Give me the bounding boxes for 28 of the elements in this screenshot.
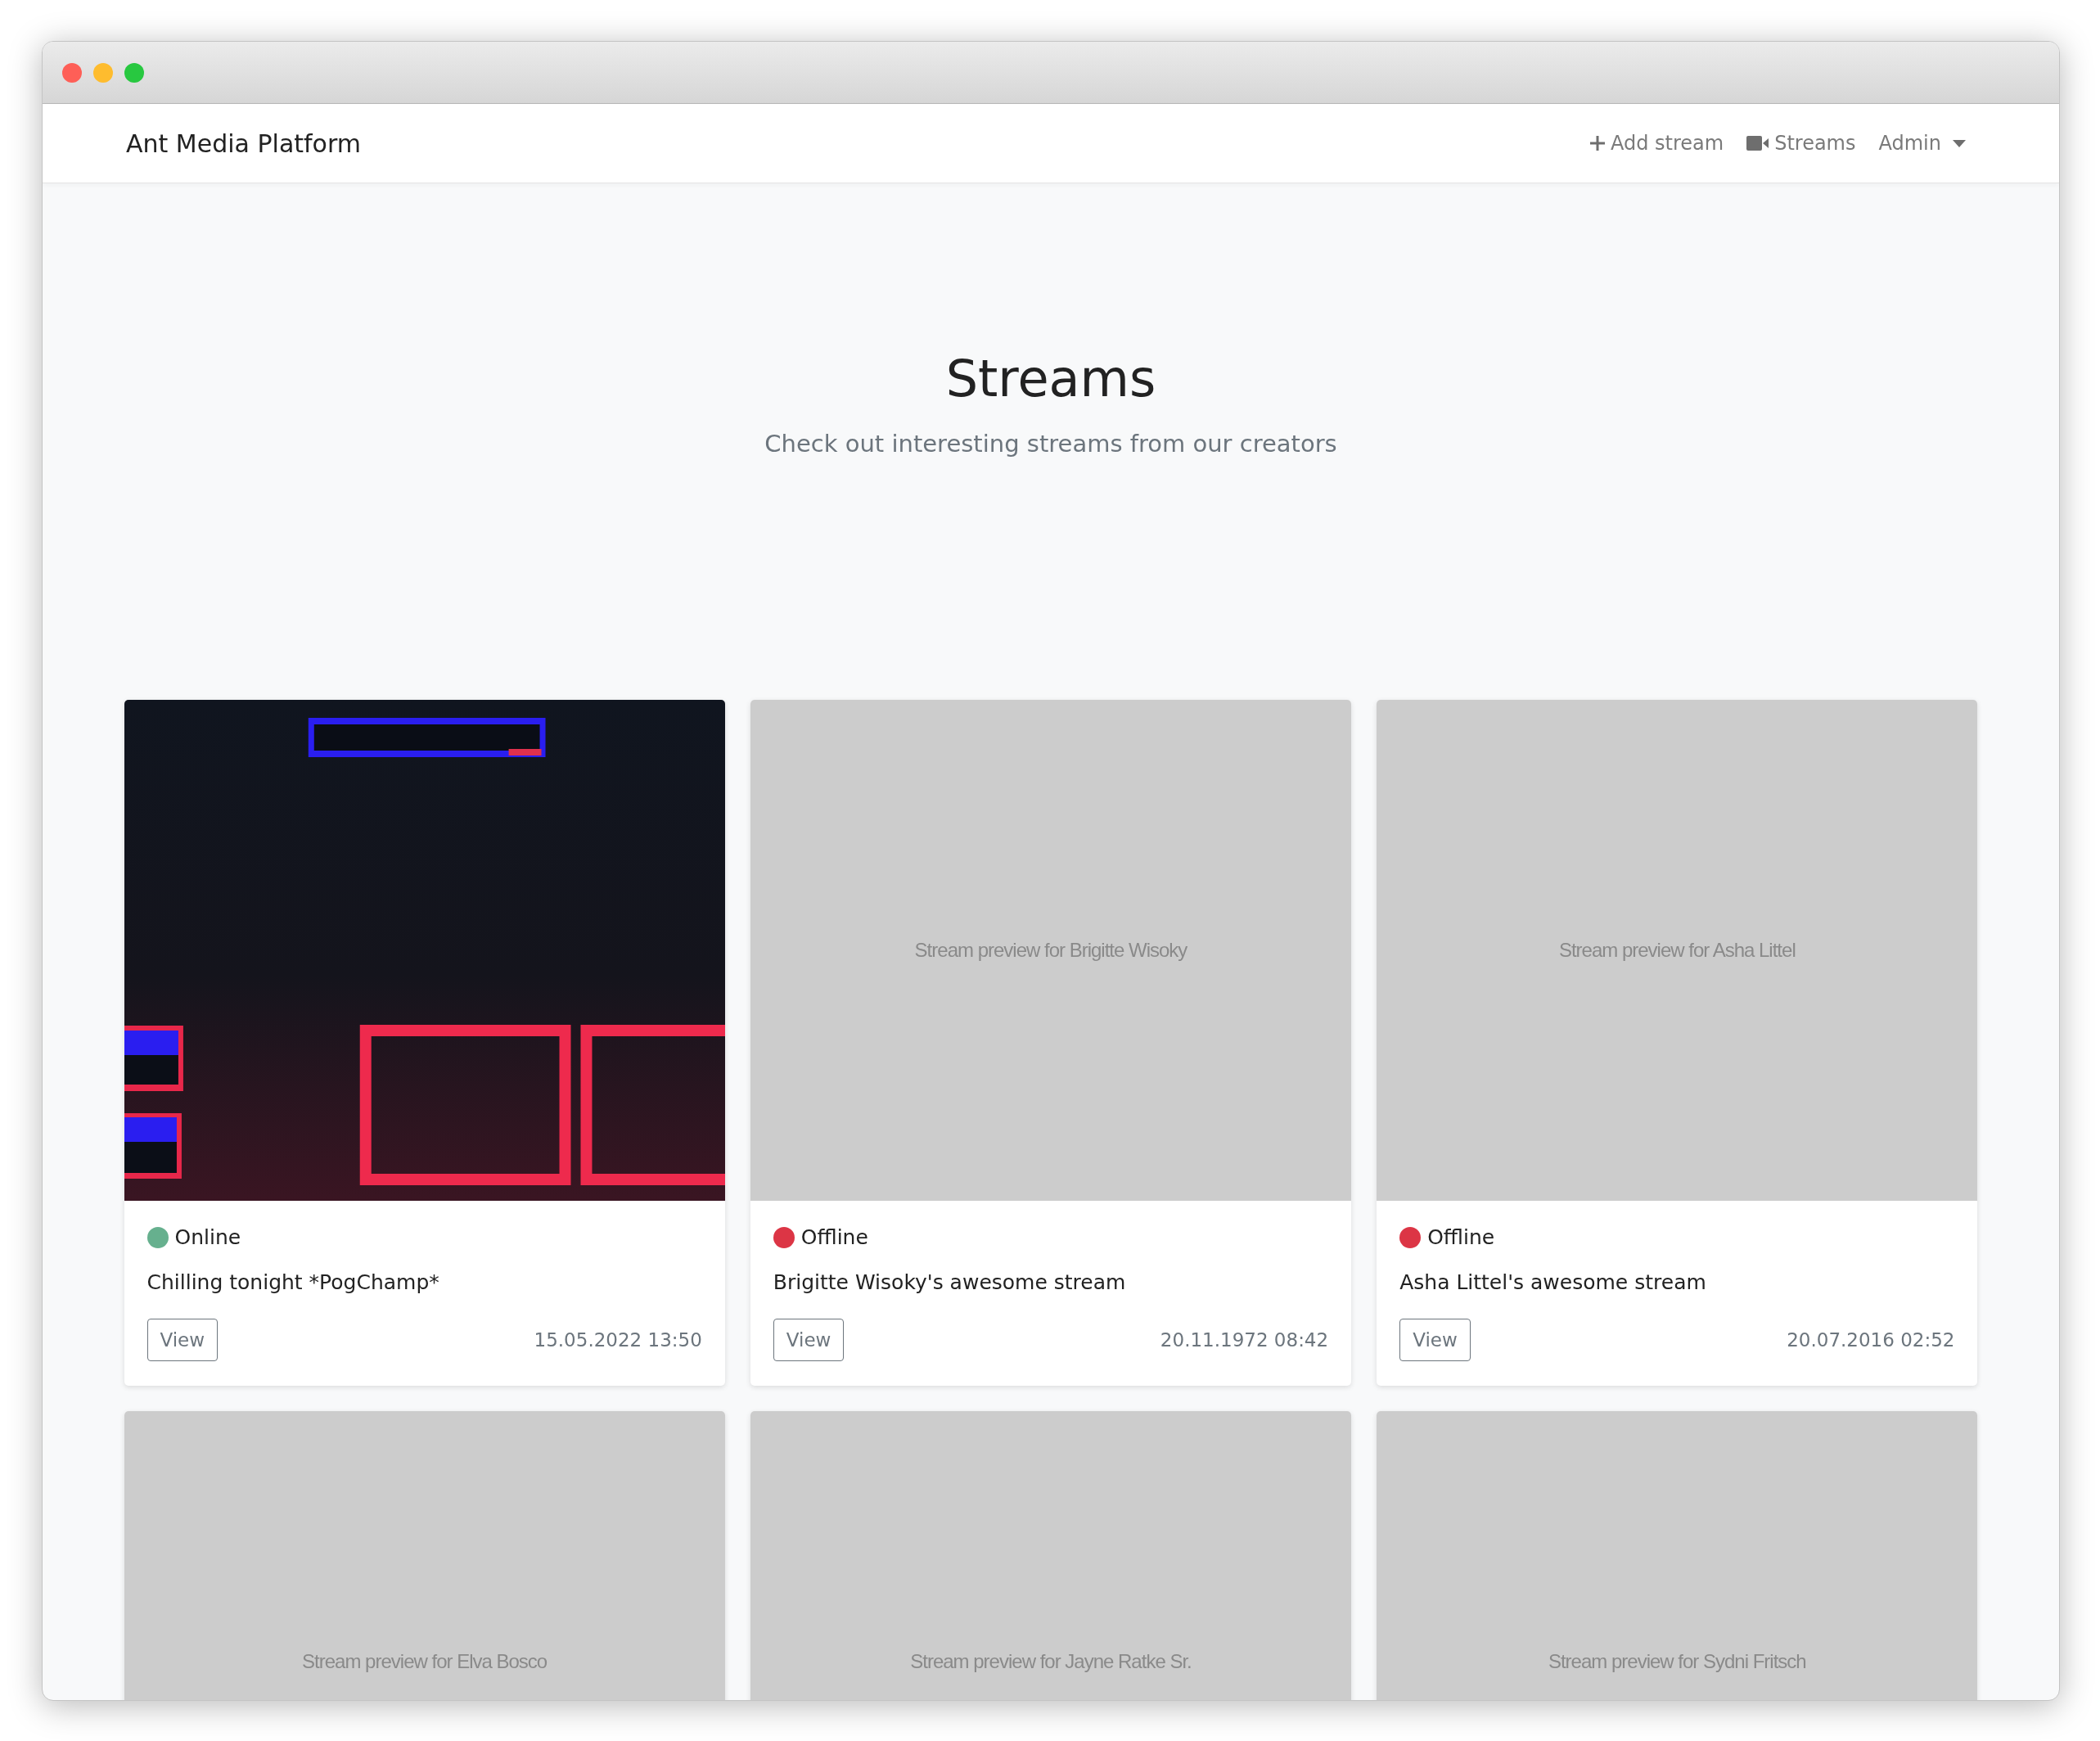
stream-title: Asha Littel's awesome stream (1399, 1270, 1707, 1294)
view-button[interactable]: View (146, 1319, 219, 1361)
page-title: Streams (945, 349, 1156, 408)
page-subtitle: Check out interesting streams from our creators (764, 430, 1337, 458)
video-camera-icon (1746, 135, 1770, 151)
minimize-icon[interactable] (93, 62, 113, 83)
view-button[interactable]: View (1399, 1319, 1471, 1361)
nav-link[interactable]: Add stream (1589, 132, 1724, 155)
status-label: Offline (1427, 1225, 1495, 1249)
preview-caption: Stream preview for Asha Littel (1558, 939, 1796, 962)
status-label: Online (174, 1225, 241, 1249)
stream-date: 20.11.1972 08:42 (1160, 1329, 1329, 1351)
stream-date: 20.07.2016 02:52 (1787, 1329, 1955, 1351)
preview-caption: Stream preview for Brigitte Wisoky (914, 939, 1187, 962)
preview-caption: Stream preview for Jayne Ratke Sr. (910, 1650, 1192, 1673)
close-icon[interactable] (62, 62, 82, 83)
stream-date: 15.05.2022 13:50 (534, 1329, 702, 1351)
preview-caption: Stream preview for Sydni Fritsch (1548, 1650, 1806, 1673)
stream-title: Chilling tonight *PogChamp* (146, 1270, 440, 1294)
view-button[interactable]: View (773, 1319, 845, 1361)
status-label: Offline (800, 1225, 868, 1249)
preview-caption: Stream preview for Elva Bosco (302, 1650, 548, 1673)
maximize-icon[interactable] (124, 62, 144, 83)
brand-link[interactable]: Ant Media Platform (126, 129, 361, 158)
stream-title: Brigitte Wisoky's awesome stream (773, 1270, 1127, 1294)
plus-icon (1589, 135, 1606, 151)
nav-link[interactable]: Streams (1746, 132, 1856, 155)
nav-link[interactable]: Admin (1878, 132, 1969, 155)
